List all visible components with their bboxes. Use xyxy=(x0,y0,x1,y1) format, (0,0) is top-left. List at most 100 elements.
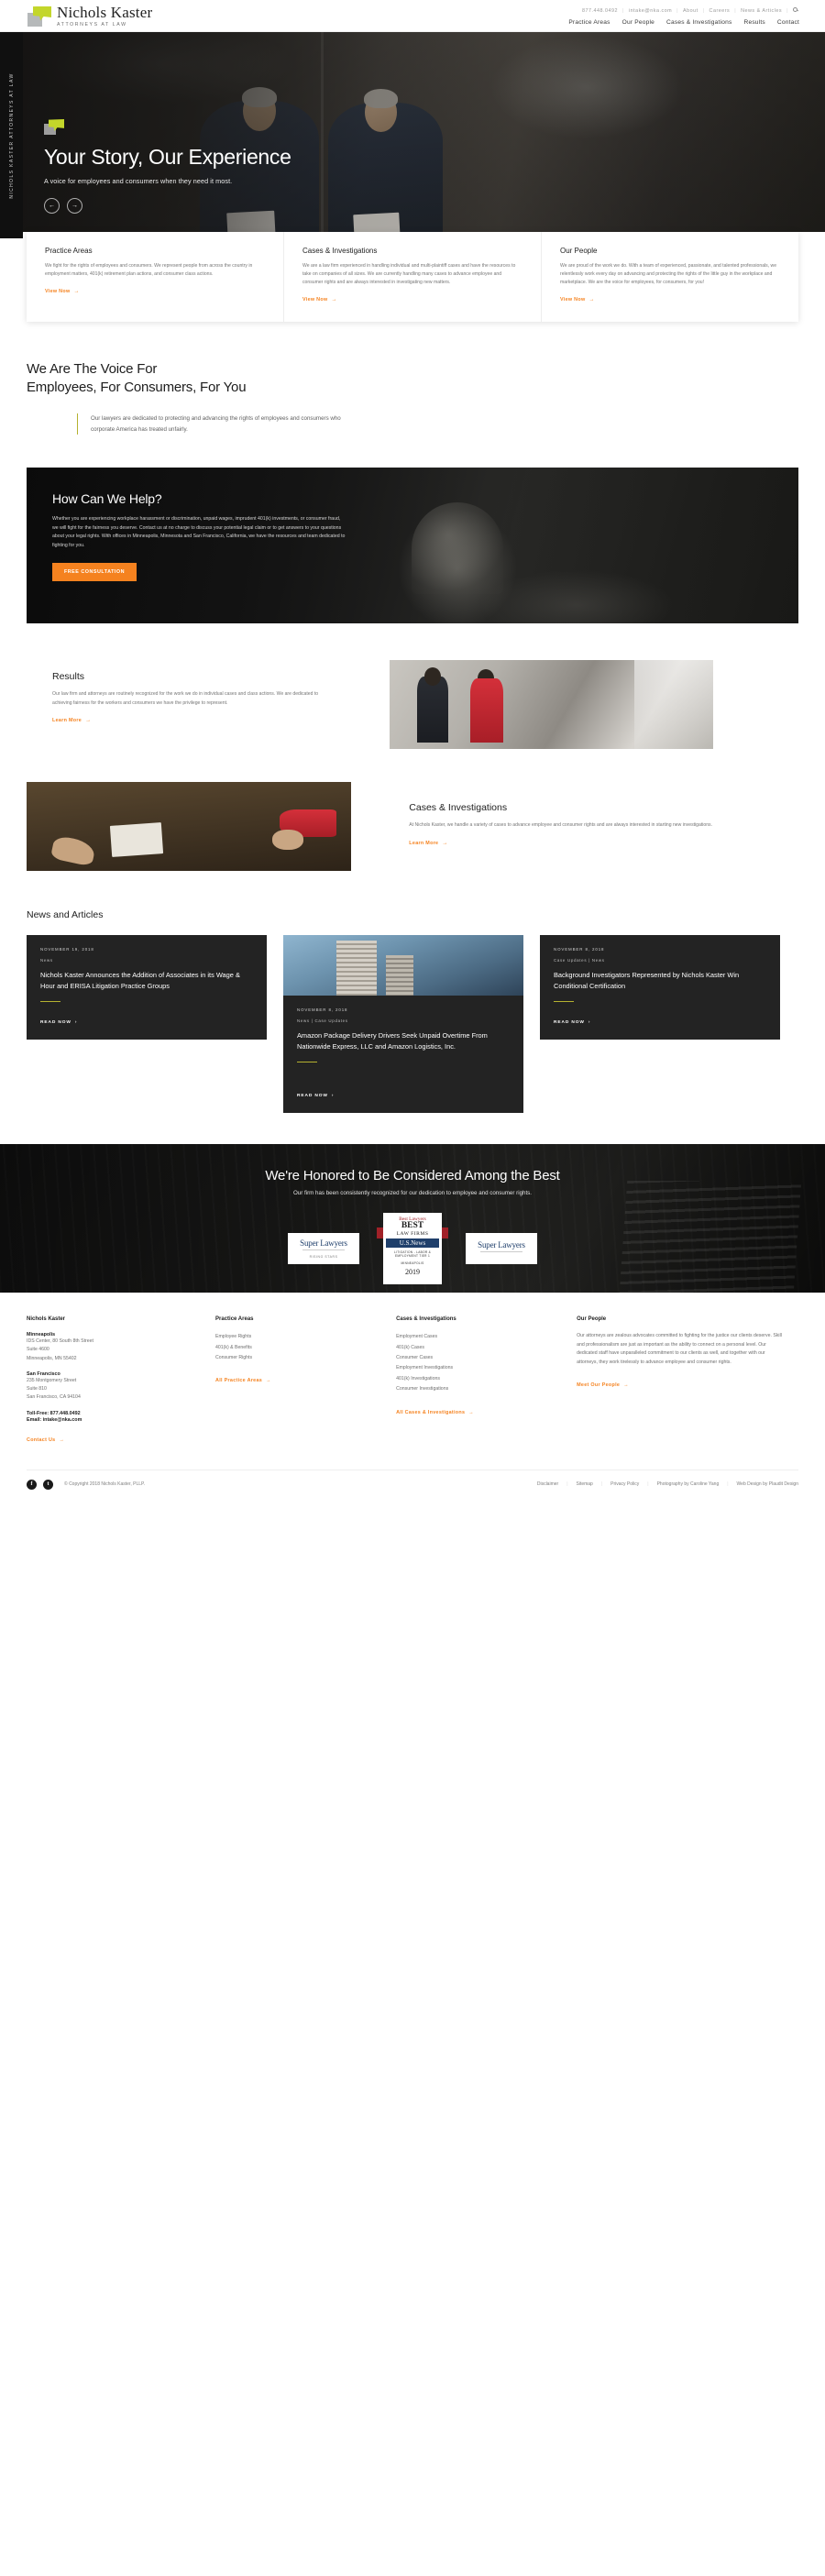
hero-title: Your Story, Our Experience xyxy=(44,145,292,169)
footer-email[interactable]: Email: intake@nka.com xyxy=(27,1417,199,1423)
news-card[interactable]: NOVEMBER 8, 2018 News | Case Updates Ama… xyxy=(283,935,523,1114)
honors-banner: We're Honored to Be Considered Among the… xyxy=(0,1144,825,1294)
utility-about[interactable]: About xyxy=(683,8,698,14)
footer-link-meet-our-people[interactable]: Meet Our People → xyxy=(577,1382,629,1388)
footer-tollfree: Toll-Free: 877.448.0492 xyxy=(27,1410,81,1416)
hero-carousel-controls: ← → xyxy=(44,197,292,214)
nav-results[interactable]: Results xyxy=(743,19,764,26)
arrow-right-icon: → xyxy=(331,296,337,303)
card-link-label: View Now xyxy=(302,296,328,303)
feature-results: Results Our law firm and attorneys are r… xyxy=(27,660,798,750)
news-date: NOVEMBER 19, 2018 xyxy=(40,947,94,952)
card-practice-areas[interactable]: Practice Areas We fight for the rights o… xyxy=(27,232,284,322)
search-icon[interactable] xyxy=(793,7,799,14)
intro-cards: Practice Areas We fight for the rights o… xyxy=(27,232,798,322)
footer-list-item[interactable]: 401(k) Investigations xyxy=(396,1374,560,1384)
vertical-brand-rail: NICHOLS KASTER ATTORNEYS AT LAW xyxy=(0,32,23,238)
site-header: Nichols Kaster ATTORNEYS AT LAW 877.448.… xyxy=(0,0,825,32)
free-consultation-button[interactable]: FREE CONSULTATION xyxy=(52,562,137,581)
news-title: Amazon Package Delivery Drivers Seek Unp… xyxy=(297,1031,488,1051)
feature-link-label: Learn More xyxy=(409,840,439,846)
footer-column-cases: Cases & Investigations Employment Cases … xyxy=(396,1316,577,1446)
award-badges: Super Lawyers RISING STARS Best Lawyers … xyxy=(0,1213,825,1285)
site-logo[interactable]: Nichols Kaster ATTORNEYS AT LAW xyxy=(0,0,152,28)
utility-phone[interactable]: 877.448.0492 xyxy=(582,8,618,14)
footer-list-item[interactable]: Employment Investigations xyxy=(396,1363,560,1373)
badge-line2: BEST xyxy=(401,1221,424,1231)
footer-link-label: Meet Our People xyxy=(577,1382,621,1388)
legal-sitemap[interactable]: Sitemap xyxy=(577,1481,593,1487)
hero-content: Your Story, Our Experience A voice for e… xyxy=(44,119,292,214)
feature-link[interactable]: Learn More → xyxy=(409,841,447,846)
badge-year: 2019 xyxy=(405,1268,420,1277)
hero-banner: NICHOLS KASTER ATTORNEYS AT LAW Your Sto… xyxy=(0,32,825,238)
news-card[interactable]: NOVEMBER 8, 2018 Case Updates | News Bac… xyxy=(540,935,780,1040)
news-tags: Case Updates | News xyxy=(554,958,605,963)
legal-privacy-policy[interactable]: Privacy Policy xyxy=(610,1481,639,1487)
legal-disclaimer[interactable]: Disclaimer xyxy=(537,1481,558,1487)
utility-careers[interactable]: Careers xyxy=(710,8,731,14)
footer-list: Employment Cases 401(k) Cases Consumer C… xyxy=(396,1332,560,1395)
photo-desk-notebook xyxy=(27,782,351,872)
photo-two-women-talking xyxy=(389,660,714,750)
footer-list-item[interactable]: Consumer Investigations xyxy=(396,1384,560,1394)
feature-results-image xyxy=(389,660,714,750)
facebook-icon[interactable]: f xyxy=(27,1479,37,1490)
legal-web-design-credit[interactable]: Web Design by Plaudit Design xyxy=(737,1481,798,1487)
voice-heading-line1: We Are The Voice For xyxy=(27,360,158,377)
footer-list-item[interactable]: 401(k) Cases xyxy=(396,1343,560,1353)
footer-link-label: All Practice Areas xyxy=(215,1378,263,1384)
news-read-link[interactable]: READ NOW › xyxy=(554,1002,766,1025)
footer-column-practice-areas: Practice Areas Employee Rights 401(k) & … xyxy=(215,1316,396,1446)
footer-list-item[interactable]: 401(k) & Benefits xyxy=(215,1343,380,1353)
footer-link-contact[interactable]: Contact Us → xyxy=(27,1437,64,1443)
news-read-link[interactable]: READ NOW › xyxy=(40,1002,253,1025)
footer-list-item[interactable]: Employment Cases xyxy=(396,1332,560,1342)
card-link[interactable]: View Now → xyxy=(560,297,595,303)
divider: | xyxy=(622,7,624,14)
card-our-people[interactable]: Our People We are proud of the work we d… xyxy=(542,232,798,322)
logo-name: Nichols Kaster xyxy=(57,4,153,21)
hero-subtitle: A voice for employees and consumers when… xyxy=(44,176,233,185)
carousel-next-button[interactable]: → xyxy=(67,197,82,214)
footer-link-all-practice-areas[interactable]: All Practice Areas → xyxy=(215,1378,271,1383)
card-body: We fight for the rights of employees and… xyxy=(45,263,253,277)
badge-line4: U.S.News xyxy=(386,1238,439,1248)
chevron-right-icon: › xyxy=(74,1020,78,1026)
utility-email[interactable]: intake@nka.com xyxy=(629,8,672,14)
arrow-right-icon: → xyxy=(468,1409,474,1415)
card-link[interactable]: View Now → xyxy=(45,289,80,294)
nav-our-people[interactable]: Our People xyxy=(622,19,654,26)
nav-practice-areas[interactable]: Practice Areas xyxy=(568,19,610,26)
honors-title: We're Honored to Be Considered Among the… xyxy=(265,1168,560,1184)
footer-column-firm: Nichols Kaster Minneapolis IDS Center, 8… xyxy=(27,1316,215,1446)
footer-list-item[interactable]: Employee Rights xyxy=(215,1332,380,1342)
arrow-right-icon: → xyxy=(85,718,92,723)
footer-link-all-cases[interactable]: All Cases & Investigations → xyxy=(396,1410,474,1415)
news-read-link[interactable]: READ NOW › xyxy=(297,1075,510,1098)
footer-body: Our attorneys are zealous advocates comm… xyxy=(577,1333,782,1366)
divider: | xyxy=(702,7,705,14)
office-line: Suite 4600 xyxy=(27,1347,50,1353)
news-card[interactable]: NOVEMBER 19, 2018 News Nichols Kaster An… xyxy=(27,935,267,1040)
feature-link[interactable]: Learn More → xyxy=(52,718,91,723)
carousel-prev-button[interactable]: ← xyxy=(44,197,60,214)
card-cases-investigations[interactable]: Cases & Investigations We are a law firm… xyxy=(284,232,542,322)
card-body: We are proud of the work we do. With a t… xyxy=(560,263,777,285)
chevron-right-icon: › xyxy=(588,1020,591,1026)
news-read-label: READ NOW xyxy=(297,1094,328,1099)
card-link[interactable]: View Now → xyxy=(302,297,337,303)
voice-heading: We Are The Voice For Employees, For Cons… xyxy=(27,360,798,398)
feature-cases: Cases & Investigations At Nichols Kaster… xyxy=(27,782,798,872)
twitter-icon[interactable]: t xyxy=(43,1479,53,1490)
page-root: Nichols Kaster ATTORNEYS AT LAW 877.448.… xyxy=(0,0,825,1503)
legal-photography-credit[interactable]: Photography by Caroline Yang xyxy=(657,1481,720,1487)
footer-list-item[interactable]: Consumer Cases xyxy=(396,1353,560,1363)
footer-list-item[interactable]: Consumer Rights xyxy=(215,1353,380,1363)
news-read-label: READ NOW xyxy=(40,1020,72,1026)
utility-news[interactable]: News & Articles xyxy=(741,8,782,14)
nav-cases-investigations[interactable]: Cases & Investigations xyxy=(666,19,732,26)
footer-link-label: All Cases & Investigations xyxy=(396,1409,466,1415)
copyright-text: © Copyright 2018 Nichols Kaster, PLLP. xyxy=(64,1481,146,1488)
nav-contact[interactable]: Contact xyxy=(777,19,799,26)
